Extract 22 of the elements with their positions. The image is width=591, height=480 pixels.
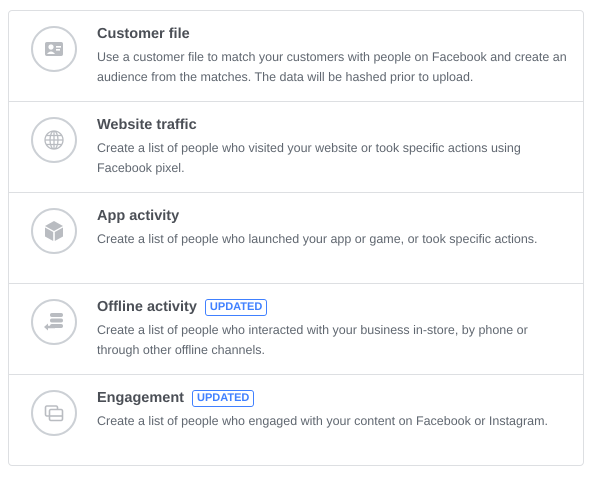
option-description: Create a list of people who engaged with your content on Facebook or Instagram. — [97, 413, 548, 430]
audience-option[interactable]: Customer file Use a customer file to match your customers with people on Facebook and create an audience from the matches. The data will be hashed prior to upload. — [9, 11, 583, 101]
globe-icon — [44, 130, 64, 150]
option-description: Create a list of people who visited your website or took specific actions using Facebook pixel. — [97, 140, 522, 177]
stacked-cards-icon — [44, 405, 64, 422]
audience-option[interactable]: App activity Create a list of people who launched your app or game, or took specific actions. — [9, 192, 583, 283]
updated-badge: UPDATED — [192, 390, 254, 406]
option-title: Offline activity — [97, 298, 197, 317]
contact-card-icon — [45, 42, 63, 56]
option-description: Create a list of people who launched your app or game, or took specific actions. — [97, 231, 538, 248]
option-title: Customer file — [97, 25, 190, 44]
cube-icon — [45, 221, 63, 241]
audience-option[interactable]: Website traffic Create a list of people who visited your website or took specific actions using Facebook pixel. — [9, 101, 583, 192]
option-description: Create a list of people who interacted with your business in-store, by phone or through other offline channels. — [97, 322, 529, 359]
option-title: App activity — [97, 207, 180, 226]
audience-option[interactable]: Offline activity UPDATED Create a list of people who interacted with your business in-store, by phone or through other offline channels. — [9, 283, 583, 374]
option-title: Engagement — [97, 389, 184, 408]
option-description: Use a customer file to match your customers with people on Facebook and create an audience from the matches. The data will be hashed prior to upload. — [97, 49, 568, 86]
option-title: Website traffic — [97, 116, 197, 135]
updated-badge: UPDATED — [204, 298, 268, 316]
audience-option[interactable]: Engagement UPDATED Create a list of people who engaged with your content on Facebook or Instagram. — [9, 374, 583, 465]
database-arrows-icon — [44, 313, 63, 330]
